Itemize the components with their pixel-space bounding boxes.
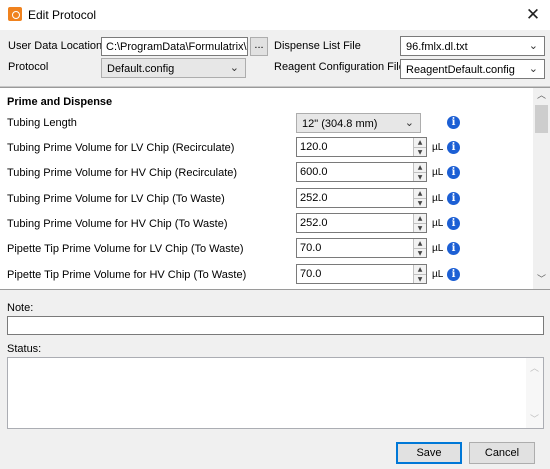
- stepper-down-icon[interactable]: ▼: [414, 198, 426, 207]
- unit-label: µL: [432, 269, 444, 280]
- stepper-value: 600.0: [300, 166, 328, 178]
- info-icon[interactable]: i: [447, 141, 460, 154]
- settings-scrollbar[interactable]: ︿ ﹀: [533, 88, 550, 289]
- stepper-down-icon[interactable]: ▼: [414, 274, 426, 283]
- info-icon[interactable]: i: [447, 116, 460, 129]
- user-data-location-label: User Data Location: [8, 40, 103, 52]
- scroll-thumb[interactable]: [535, 105, 548, 133]
- stepper-up-icon[interactable]: ▲: [414, 214, 426, 223]
- stepper-up-icon[interactable]: ▲: [414, 265, 426, 274]
- stepper-buttons[interactable]: ▲ ▼: [413, 239, 426, 257]
- info-icon[interactable]: i: [447, 242, 460, 255]
- volume-stepper[interactable]: 120.0 ▲ ▼: [296, 137, 427, 157]
- info-icon[interactable]: i: [447, 166, 460, 179]
- stepper-buttons[interactable]: ▲ ▼: [413, 189, 426, 207]
- tubing-length-label: Tubing Length: [7, 117, 77, 129]
- stepper-value: 252.0: [300, 192, 328, 204]
- stepper-buttons[interactable]: ▲ ▼: [413, 163, 426, 181]
- title-bar: Edit Protocol ✕: [0, 0, 550, 30]
- stepper-up-icon[interactable]: ▲: [414, 239, 426, 248]
- note-label: Note:: [7, 302, 34, 314]
- setting-label: Pipette Tip Prime Volume for HV Chip (To…: [7, 269, 247, 281]
- unit-label: µL: [432, 193, 444, 204]
- stepper-down-icon[interactable]: ▼: [414, 248, 426, 257]
- tubing-length-value: 12" (304.8 mm): [302, 118, 378, 130]
- volume-stepper[interactable]: 252.0 ▲ ▼: [296, 188, 427, 208]
- scroll-down-icon[interactable]: ﹀: [526, 412, 543, 425]
- stepper-buttons[interactable]: ▲ ▼: [413, 138, 426, 156]
- stepper-down-icon[interactable]: ▼: [414, 223, 426, 232]
- info-icon[interactable]: i: [447, 268, 460, 281]
- setting-label: Tubing Prime Volume for HV Chip (To Wast…: [7, 218, 228, 230]
- user-data-location-input[interactable]: C:\ProgramData\Formulatrix\Ter: [101, 37, 248, 56]
- protocol-select[interactable]: Default.config ⌄: [101, 58, 246, 78]
- volume-stepper[interactable]: 70.0 ▲ ▼: [296, 238, 427, 258]
- stepper-value: 252.0: [300, 217, 328, 229]
- unit-label: µL: [432, 167, 444, 178]
- setting-label: Tubing Prime Volume for LV Chip (To Wast…: [7, 193, 225, 205]
- dispense-list-value: 96.fmlx.dl.txt: [406, 41, 468, 53]
- setting-label: Tubing Prime Volume for HV Chip (Recircu…: [7, 167, 238, 179]
- unit-label: µL: [432, 243, 444, 254]
- stepper-value: 120.0: [300, 141, 328, 153]
- chevron-down-icon: ⌄: [528, 62, 538, 75]
- reagent-config-select[interactable]: ReagentDefault.config ⌄: [400, 59, 545, 79]
- chevron-down-icon: ⌄: [404, 116, 414, 129]
- status-label: Status:: [7, 343, 42, 355]
- cancel-button[interactable]: Cancel: [469, 442, 535, 464]
- settings-panel[interactable]: Prime and Dispense Tubing Length 12" (30…: [0, 87, 550, 290]
- save-button[interactable]: Save: [396, 442, 462, 464]
- status-scrollbar[interactable]: ︿ ﹀: [526, 358, 543, 428]
- tubing-length-select[interactable]: 12" (304.8 mm) ⌄: [296, 113, 421, 133]
- stepper-buttons[interactable]: ▲ ▼: [413, 214, 426, 232]
- note-input[interactable]: [7, 316, 544, 335]
- stepper-buttons[interactable]: ▲ ▼: [413, 265, 426, 283]
- volume-stepper[interactable]: 252.0 ▲ ▼: [296, 213, 427, 233]
- stepper-value: 70.0: [300, 242, 322, 254]
- protocol-value: Default.config: [107, 63, 175, 75]
- stepper-down-icon[interactable]: ▼: [414, 172, 426, 181]
- setting-label: Pipette Tip Prime Volume for LV Chip (To…: [7, 243, 244, 255]
- reagent-config-value: ReagentDefault.config: [406, 64, 515, 76]
- stepper-up-icon[interactable]: ▲: [414, 138, 426, 147]
- info-icon[interactable]: i: [447, 217, 460, 230]
- dispense-list-label: Dispense List File: [274, 40, 361, 52]
- setting-label: Tubing Prime Volume for LV Chip (Recircu…: [7, 142, 235, 154]
- info-icon[interactable]: i: [447, 192, 460, 205]
- scroll-up-icon[interactable]: ︿: [533, 88, 550, 105]
- volume-stepper[interactable]: 70.0 ▲ ▼: [296, 264, 427, 284]
- volume-stepper[interactable]: 600.0 ▲ ▼: [296, 162, 427, 182]
- stepper-value: 70.0: [300, 268, 322, 280]
- stepper-down-icon[interactable]: ▼: [414, 147, 426, 156]
- reagent-config-label: Reagent Configuration File: [274, 61, 405, 73]
- browse-button[interactable]: ...: [250, 37, 268, 56]
- stepper-up-icon[interactable]: ▲: [414, 189, 426, 198]
- scroll-up-icon[interactable]: ︿: [526, 361, 543, 374]
- app-logo-icon: [8, 7, 22, 21]
- window-title: Edit Protocol: [28, 8, 97, 22]
- status-textarea[interactable]: ︿ ﹀: [7, 357, 544, 429]
- scroll-down-icon[interactable]: ﹀: [533, 272, 550, 289]
- close-button[interactable]: ✕: [516, 0, 550, 30]
- unit-label: µL: [432, 218, 444, 229]
- protocol-label: Protocol: [8, 61, 49, 73]
- chevron-down-icon: ⌄: [528, 39, 538, 52]
- dispense-list-select[interactable]: 96.fmlx.dl.txt ⌄: [400, 36, 545, 56]
- chevron-down-icon: ⌄: [229, 61, 239, 74]
- section-title: Prime and Dispense: [7, 96, 113, 108]
- unit-label: µL: [432, 142, 444, 153]
- stepper-up-icon[interactable]: ▲: [414, 163, 426, 172]
